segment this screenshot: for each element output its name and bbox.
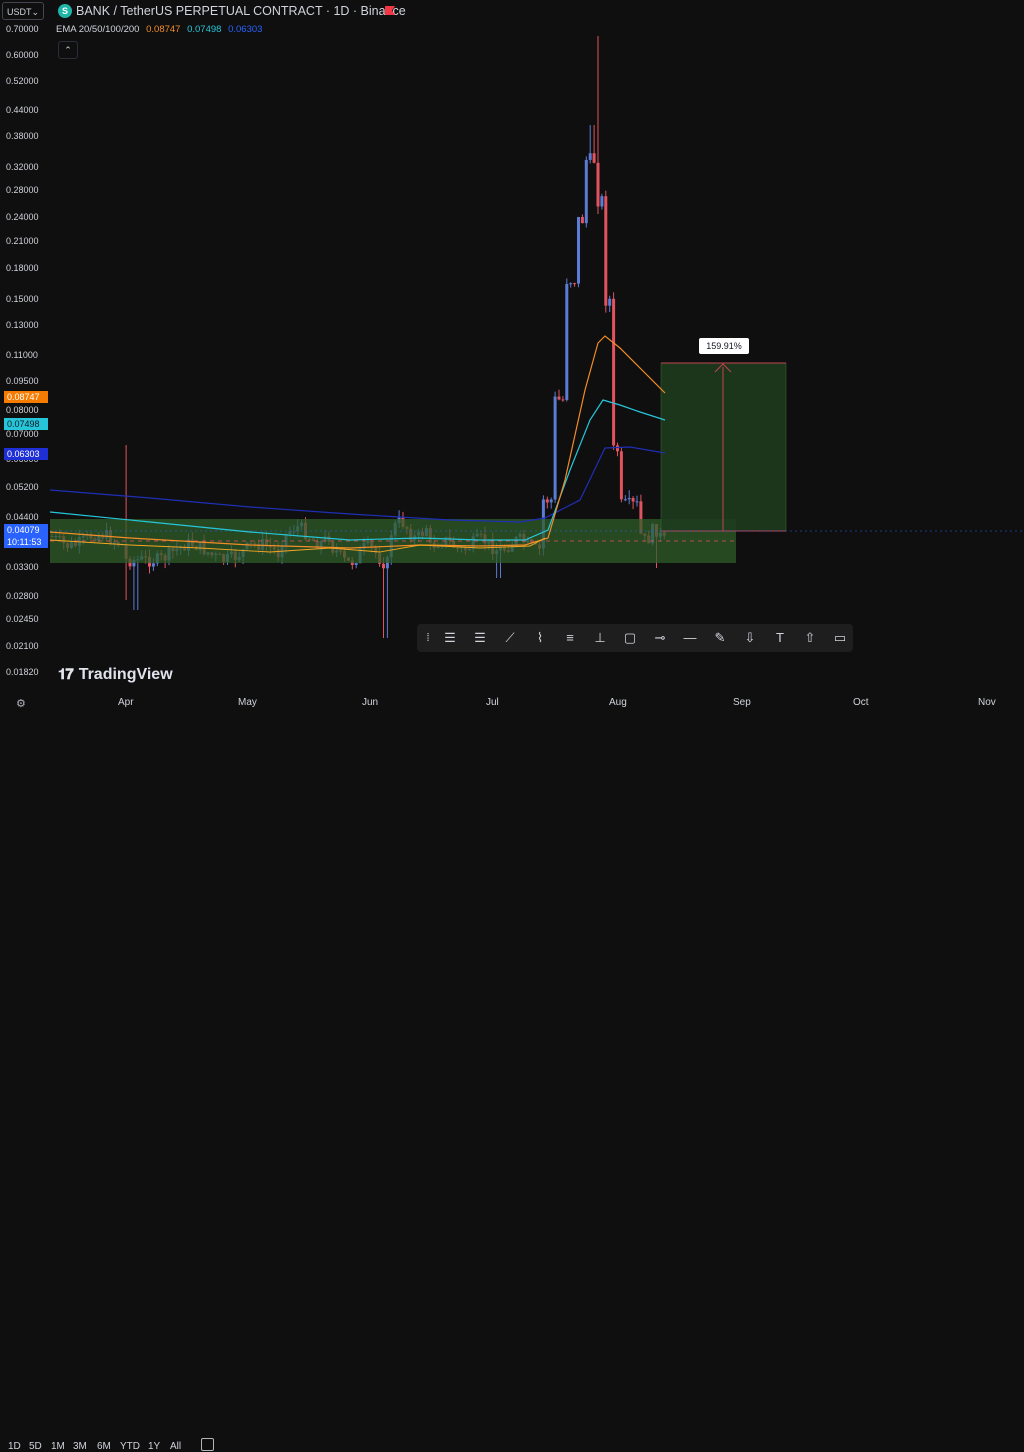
candle-body (557, 396, 561, 400)
y-tick-label: 0.04400 (6, 512, 39, 522)
range-3m[interactable]: 3M (73, 1441, 87, 1452)
y-tick-label: 0.60000 (6, 50, 39, 60)
candle-body (616, 445, 619, 452)
countdown-badge: 10:11:53 (4, 536, 48, 548)
y-tick-label: 0.02100 (6, 641, 39, 651)
y-tick-label: 0.09500 (6, 376, 39, 386)
drawing-toolbar: ⁞ ☰ ☰ ⟋ ⌇ ≡ ⊥ ▢ ⊸ — ✎ ⇩ T ⇧ ▭ (417, 624, 853, 652)
candle-body (635, 501, 639, 503)
ema200-line (49, 446, 666, 523)
candle-body (596, 162, 600, 207)
tradingview-logo[interactable]: 𝟏𝟕 TradingView (58, 666, 173, 684)
candle-body (549, 499, 553, 503)
x-label-apr: Apr (118, 697, 134, 708)
trend-line-icon[interactable]: ⟋ (501, 629, 519, 647)
candle-body (623, 499, 627, 501)
last-price-badge: 0.04079 (4, 524, 48, 536)
range-1y[interactable]: 1Y (148, 1441, 160, 1452)
ema50-line (49, 335, 666, 549)
brand-name: TradingView (78, 666, 173, 683)
comment-icon[interactable]: ▭ (831, 629, 849, 647)
y-tick-label: 0.02800 (6, 591, 39, 601)
y-tick-label: 0.05200 (6, 482, 39, 492)
ema50-price-badge: 0.07498 (4, 418, 48, 430)
parallel-lines-icon[interactable]: ≡ (561, 629, 579, 647)
horizontal-line-s-icon[interactable]: ☰ (441, 629, 459, 647)
candle-body (573, 283, 577, 285)
x-label-jul: Jul (486, 697, 499, 708)
y-tick-label: 0.07000 (6, 429, 39, 439)
y-tick-label: 0.52000 (6, 76, 39, 86)
path-icon[interactable]: ⌇ (531, 629, 549, 647)
candle-body (584, 159, 588, 224)
candle-body (619, 451, 623, 500)
x-label-aug: Aug (609, 697, 627, 708)
price-axis[interactable]: 0.018200.021000.024500.028000.033000.039… (0, 0, 50, 690)
text-icon[interactable]: T (771, 629, 789, 647)
candle-body (612, 298, 616, 446)
y-tick-label: 0.70000 (6, 24, 39, 34)
candle-body (545, 499, 549, 503)
range-all[interactable]: All (170, 1441, 181, 1452)
y-tick-label: 0.24000 (6, 212, 39, 222)
horizontal-segment-icon[interactable]: — (681, 629, 699, 647)
axis-settings-icon[interactable]: ⚙ (16, 697, 26, 710)
candle-body (608, 298, 612, 306)
candle-body (600, 196, 604, 207)
candle-body (354, 563, 358, 565)
range-5d[interactable]: 5D (29, 1441, 42, 1452)
horizontal-line-l-icon[interactable]: ☰ (471, 629, 489, 647)
candle-body (382, 563, 385, 569)
candle-body (588, 153, 592, 160)
y-tick-label: 0.21000 (6, 236, 39, 246)
x-label-nov: Nov (978, 697, 996, 708)
ema20-price-badge: 0.08747 (4, 391, 48, 403)
y-tick-label: 0.44000 (6, 105, 39, 115)
candle-body (565, 283, 569, 400)
range-1d[interactable]: 1D (8, 1441, 21, 1452)
candle-body (561, 399, 565, 401)
price-range-icon[interactable]: ⊥ (591, 629, 609, 647)
y-tick-label: 0.11000 (6, 350, 38, 360)
calendar-icon[interactable] (201, 1438, 214, 1451)
rectangle-icon[interactable]: ▢ (621, 629, 639, 647)
candle-body (553, 396, 557, 500)
candle-body (151, 563, 155, 567)
range-6m[interactable]: 6M (97, 1441, 111, 1452)
support-zone (50, 519, 736, 563)
bottom-toolbar: 1D 5D 1M 3M 6M YTD 1Y All (0, 718, 1024, 1452)
arrow-down-icon[interactable]: ⇩ (741, 629, 759, 647)
arrow-up-icon[interactable]: ⇧ (801, 629, 819, 647)
price-chart[interactable] (0, 0, 1024, 690)
horizontal-ray-icon[interactable]: ⊸ (651, 629, 669, 647)
x-label-sep: Sep (733, 697, 751, 708)
y-tick-label: 0.15000 (6, 294, 39, 304)
candle-body (604, 196, 608, 306)
x-label-oct: Oct (853, 697, 869, 708)
y-tick-label: 0.01820 (6, 667, 39, 677)
candle-body (592, 153, 596, 163)
y-tick-label: 0.13000 (6, 320, 39, 330)
ema100-price-badge: 0.06303 (4, 448, 48, 460)
candle-body (580, 216, 584, 224)
measure-percent-label: 159.91% (699, 338, 749, 354)
y-tick-label: 0.32000 (6, 162, 39, 172)
y-tick-label: 0.18000 (6, 263, 39, 273)
y-tick-label: 0.08000 (6, 405, 39, 415)
range-1m[interactable]: 1M (51, 1441, 65, 1452)
candle-body (569, 283, 573, 285)
brush-icon[interactable]: ✎ (711, 629, 729, 647)
candle-body (627, 498, 631, 500)
x-label-jun: Jun (362, 697, 379, 708)
drag-handle-icon[interactable]: ⁞ (419, 629, 437, 647)
y-tick-label: 0.02450 (6, 614, 39, 624)
tradingview-mark-icon: 𝟏𝟕 (58, 666, 74, 683)
y-tick-label: 0.03300 (6, 562, 39, 572)
candle-body (577, 216, 580, 284)
range-ytd[interactable]: YTD (120, 1441, 140, 1452)
y-tick-label: 0.28000 (6, 185, 39, 195)
y-tick-label: 0.38000 (6, 131, 39, 141)
x-label-may: May (238, 697, 257, 708)
candle-body (631, 498, 635, 502)
